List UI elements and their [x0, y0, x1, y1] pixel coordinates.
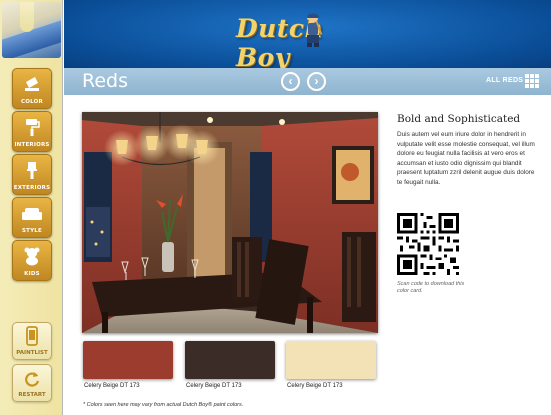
nav-exteriors-label: EXTERIORS — [13, 185, 51, 191]
page-title: Reds — [82, 70, 128, 92]
paintlist-label: PAINTLIST — [16, 350, 48, 356]
restart-label: RESTART — [18, 392, 46, 398]
color-swatch-1[interactable] — [83, 341, 173, 379]
nav-kids-button[interactable]: KIDS — [12, 240, 52, 281]
main-content: Celery Beige DT 173 Celery Beige DT 173 … — [64, 95, 551, 415]
sofa-icon — [13, 202, 51, 229]
nav-interiors-button[interactable]: INTERIORS — [12, 111, 52, 152]
nav-exteriors-button[interactable]: EXTERIORS — [12, 154, 52, 195]
nav-style-label: STYLE — [22, 228, 42, 234]
next-color-button[interactable]: › — [307, 72, 326, 91]
nav-interiors-label: INTERIORS — [14, 142, 50, 148]
dutch-boy-mascot-icon — [307, 13, 323, 47]
restart-button[interactable]: RESTART — [12, 364, 52, 402]
nav-color-button[interactable]: COLOR — [12, 68, 52, 109]
swatch-label-1: Celery Beige DT 173 — [84, 383, 140, 389]
phone-icon — [13, 326, 51, 352]
dutch-boy-logo: Dutch Boy — [236, 12, 386, 72]
qr-code[interactable] — [397, 213, 459, 275]
previous-color-button[interactable]: ‹ — [281, 72, 300, 91]
sidebar: COLOR INTERIORS EXTERIORS STYLE KIDS PAI… — [0, 0, 63, 415]
title-bar: Reds ‹ › ALL REDS — [64, 68, 551, 95]
nav-style-button[interactable]: STYLE — [12, 197, 52, 238]
teddy-bear-icon — [13, 245, 51, 271]
chevron-right-icon: › — [314, 74, 319, 88]
description-heading: Bold and Sophisticated — [397, 113, 521, 125]
header: Dutch Boy — [64, 0, 551, 72]
swatch-label-2: Celery Beige DT 173 — [186, 383, 242, 389]
room-photo — [82, 112, 378, 333]
description-body: Duis autem vel eum iriure dolor in hendr… — [397, 131, 535, 186]
paint-bucket-icon — [13, 73, 51, 99]
paint-brush-icon — [13, 159, 51, 185]
qr-caption: Scan code to download this color card. — [397, 281, 465, 294]
color-swatch-2[interactable] — [185, 341, 275, 379]
color-swatch-3[interactable] — [286, 341, 376, 379]
paintlist-button[interactable]: PAINTLIST — [12, 322, 52, 360]
all-reds-link[interactable]: ALL REDS — [486, 77, 523, 84]
swatch-label-3: Celery Beige DT 173 — [287, 383, 343, 389]
refresh-icon — [13, 368, 51, 394]
grid-icon[interactable] — [525, 74, 539, 88]
chevron-left-icon: ‹ — [288, 74, 293, 88]
paint-roller-icon — [13, 116, 51, 142]
nav-kids-label: KIDS — [24, 271, 40, 277]
paint-can-logo — [2, 2, 61, 58]
nav-color-label: COLOR — [21, 99, 43, 105]
color-disclaimer: * Colors seen here may vary from actual … — [83, 402, 244, 408]
